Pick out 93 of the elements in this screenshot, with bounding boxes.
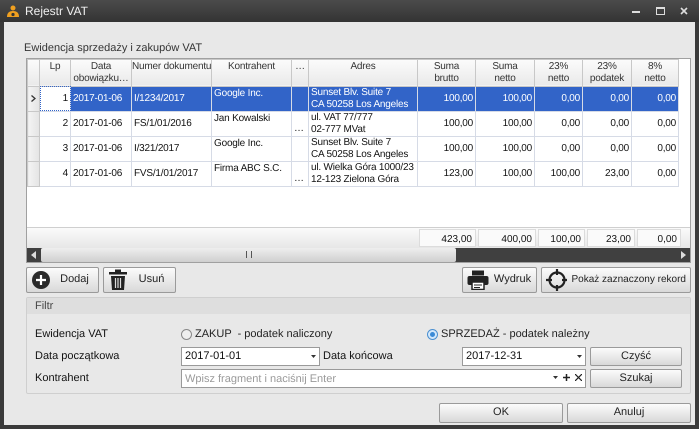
radio-icon[interactable] [181, 329, 192, 340]
dropdown-icon [311, 355, 316, 358]
table-cell: 2017-01-06 [70, 86, 132, 111]
total-cell: 400,00 [478, 228, 536, 246]
table-cell: Google Inc. [212, 86, 292, 111]
table-cell: I/321/2017 [132, 136, 212, 161]
table-cell: ul. VAT 77/777 02-777 MVat [308, 111, 418, 136]
column-header[interactable]: 23% podatek [582, 59, 632, 86]
column-header[interactable]: 23% netto [534, 59, 582, 86]
clear-button[interactable]: Czyść [590, 347, 682, 366]
window-title: Rejestr VAT [25, 3, 89, 20]
scroll-left-icon[interactable] [31, 250, 37, 258]
table-cell: 100,00 [476, 161, 534, 186]
scroll-right-icon[interactable] [680, 250, 686, 258]
contractor-field[interactable]: Wpisz fragment i naciśnij Enter [181, 369, 586, 388]
table-cell: 100,00 [418, 136, 476, 161]
field-label: Data początkowa [35, 349, 120, 364]
horizontal-scrollbar[interactable] [27, 248, 690, 262]
group-title: Filtr [27, 298, 690, 314]
table-cell: Google Inc. [212, 136, 292, 161]
field-label: Ewidencja VAT [35, 327, 109, 342]
table-cell: 123,00 [418, 161, 476, 186]
table-cell: Jan Kowalski [212, 111, 292, 136]
table-cell: FS/1/01/2016 [132, 111, 212, 136]
trash-icon [108, 268, 128, 290]
column-header[interactable]: Suma brutto [418, 59, 476, 86]
table-cell: 0,00 [534, 111, 582, 136]
search-button[interactable]: Szukaj [590, 369, 682, 388]
crosshair-icon [546, 268, 568, 290]
dropdown-icon [577, 355, 582, 358]
plus-icon[interactable] [563, 374, 570, 381]
table-cell: 100,00 [534, 161, 582, 186]
delete-button[interactable]: Usuń [103, 266, 176, 292]
printer-icon [467, 270, 489, 290]
table-cell: I/1234/2017 [132, 86, 212, 111]
table-cell: 4 [40, 161, 70, 186]
table-cell: 100,00 [418, 111, 476, 136]
total-cell: 0,00 [637, 228, 681, 246]
total-cell: 423,00 [419, 228, 476, 246]
column-header[interactable]: Suma netto [476, 59, 534, 86]
table-cell: 2017-01-06 [70, 161, 132, 186]
field-label: Kontrahent [35, 371, 90, 386]
table-cell: … [292, 161, 308, 186]
close-icon [680, 7, 688, 15]
maximize-icon [656, 7, 664, 15]
minimize-icon [632, 10, 640, 12]
column-header[interactable]: Data obowiązku… [70, 59, 132, 86]
column-header[interactable]: … [292, 59, 308, 86]
dropdown-icon [553, 376, 558, 379]
field-label: Data końcowa [322, 349, 394, 364]
table-cell: Firma ABC S.C. [212, 161, 292, 186]
table-cell: 2017-01-06 [70, 136, 132, 161]
column-header[interactable]: 8% netto [632, 59, 678, 86]
table-cell: FVS/1/01/2017 [132, 161, 212, 186]
radio-option[interactable]: SPRZEDAŻ - podatek należny [427, 326, 677, 343]
table-cell: 100,00 [418, 86, 476, 111]
end-date-field[interactable]: 2017-12-31 [462, 347, 586, 366]
print-button[interactable]: Wydruk [462, 266, 537, 292]
cancel-button[interactable]: Anuluj [567, 402, 691, 422]
show-record-button[interactable]: Pokaż zaznaczony rekord [541, 266, 691, 292]
column-header[interactable]: Adres [308, 59, 418, 86]
table-cell: 23,00 [582, 161, 632, 186]
grid-caption: Ewidencja sprzedaży i zakupów VAT [24, 41, 204, 56]
clear-icon[interactable] [575, 374, 582, 381]
total-cell: 100,00 [538, 228, 585, 246]
plus-circle-icon [31, 270, 51, 290]
ok-button[interactable]: OK [439, 402, 563, 422]
table-cell: 2 [40, 111, 70, 136]
column-header[interactable]: Lp [40, 59, 70, 86]
total-cell: 23,00 [587, 228, 635, 246]
table-cell: 100,00 [476, 136, 534, 161]
table-cell: 0,00 [582, 136, 632, 161]
radio-icon[interactable] [427, 329, 438, 340]
column-header[interactable]: Kontrahent [212, 59, 292, 86]
table-cell: 0,00 [582, 111, 632, 136]
table-cell: ul. Wielka Góra 1000/23 12-123 Zielona Góra [308, 161, 418, 186]
table-cell: 100,00 [476, 86, 534, 111]
table-cell: 0,00 [534, 86, 582, 111]
table-cell: 2017-01-06 [70, 111, 132, 136]
table-cell: 0,00 [632, 86, 678, 111]
app-icon [6, 4, 20, 18]
column-header[interactable]: Numer dokumentu [132, 59, 212, 86]
current-row-icon [31, 94, 36, 102]
table-cell: 3 [40, 136, 70, 161]
table-cell: 0,00 [582, 86, 632, 111]
radio-option[interactable]: ZAKUP - podatek naliczony [181, 326, 427, 343]
add-button[interactable]: Dodaj [26, 266, 99, 292]
table-cell: 100,00 [476, 111, 534, 136]
table-cell: 1 [40, 86, 70, 111]
start-date-field[interactable]: 2017-01-01 [181, 347, 320, 366]
table-cell: … [292, 111, 308, 136]
table-cell: Sunset Blv. Suite 7 CA 50258 Los Angeles [308, 86, 418, 111]
table-cell: 0,00 [534, 136, 582, 161]
